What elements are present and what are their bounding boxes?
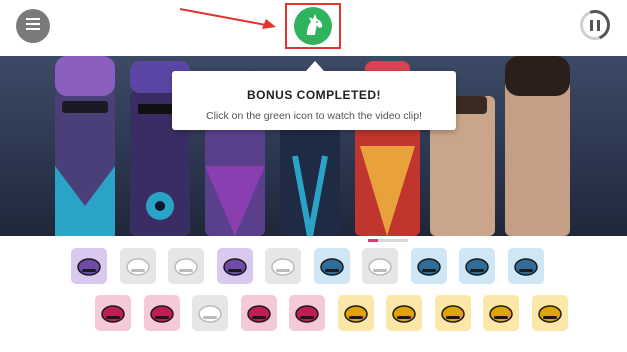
blue-beanie-icon bbox=[465, 258, 489, 276]
sound-icon-yellow-hat[interactable] bbox=[386, 295, 422, 331]
white-hair-icon bbox=[198, 305, 222, 323]
sound-icon-pink-lips[interactable] bbox=[95, 295, 131, 331]
pink-hair-2-icon bbox=[295, 305, 319, 323]
white-disc-icon bbox=[368, 258, 392, 276]
purple-beanie-icon bbox=[77, 258, 101, 276]
sound-icon-purple-goggles[interactable] bbox=[216, 248, 253, 284]
pink-hair-icon bbox=[149, 305, 174, 323]
bonus-highlight bbox=[285, 3, 341, 49]
sound-icon-purple-beanie[interactable] bbox=[71, 248, 107, 284]
pause-button[interactable] bbox=[580, 10, 610, 40]
bonus-video-button[interactable] bbox=[294, 7, 332, 45]
white-cap-2-icon bbox=[174, 258, 198, 276]
sound-icon-blue-beanie[interactable] bbox=[459, 248, 495, 284]
blue-visor-icon bbox=[513, 258, 538, 276]
menu-button[interactable] bbox=[16, 9, 50, 43]
top-bar bbox=[0, 0, 627, 56]
sound-icon-white-hair[interactable] bbox=[192, 295, 228, 331]
blue-disc-icon bbox=[319, 258, 344, 276]
sound-icon-pink-hair-2[interactable] bbox=[289, 295, 325, 331]
sound-icon-white-cap-2[interactable] bbox=[168, 248, 204, 284]
sound-icon-blue-disc[interactable] bbox=[313, 248, 350, 284]
character-7 bbox=[505, 56, 570, 236]
sound-icon-yellow-sunglasses[interactable] bbox=[434, 295, 471, 331]
sound-icon-headphones[interactable] bbox=[410, 248, 447, 284]
sound-icon-tray bbox=[0, 242, 627, 352]
headphones-icon bbox=[416, 258, 441, 276]
sound-icon-white-glasses[interactable] bbox=[265, 248, 301, 284]
yellow-cap-icon bbox=[489, 305, 513, 323]
sound-icon-yellow-shades[interactable] bbox=[531, 295, 568, 331]
character-1 bbox=[55, 56, 115, 236]
sound-icon-pink-bandana[interactable] bbox=[240, 295, 277, 331]
hamburger-menu-icon bbox=[26, 17, 40, 35]
pink-lips-icon bbox=[101, 305, 125, 323]
sound-icon-white-cap[interactable] bbox=[119, 248, 156, 284]
pause-icon bbox=[590, 19, 600, 31]
tooltip-title: BONUS COMPLETED! bbox=[247, 88, 381, 102]
horse-head-icon bbox=[300, 11, 326, 42]
white-glasses-icon bbox=[271, 258, 295, 276]
yellow-shades-icon bbox=[537, 305, 562, 323]
sound-icon-yellow-cap[interactable] bbox=[483, 295, 519, 331]
yellow-hat-icon bbox=[392, 305, 416, 323]
white-cap-icon bbox=[125, 258, 150, 276]
performance-stage: BONUS COMPLETED! Click on the green icon… bbox=[0, 56, 627, 236]
yellow-sunglasses-icon bbox=[440, 305, 465, 323]
sound-icon-yellow-shirt[interactable] bbox=[337, 295, 374, 331]
purple-goggles-icon bbox=[222, 258, 247, 276]
bonus-tooltip: BONUS COMPLETED! Click on the green icon… bbox=[172, 61, 456, 130]
pointer-arrow bbox=[179, 8, 276, 29]
sound-icon-white-disc[interactable] bbox=[362, 248, 398, 284]
sound-icon-pink-hair[interactable] bbox=[143, 295, 180, 331]
tooltip-message: Click on the green icon to watch the vid… bbox=[206, 110, 422, 122]
pink-bandana-icon bbox=[246, 305, 271, 323]
yellow-shirt-icon bbox=[343, 305, 368, 323]
sound-icon-blue-visor[interactable] bbox=[507, 248, 544, 284]
